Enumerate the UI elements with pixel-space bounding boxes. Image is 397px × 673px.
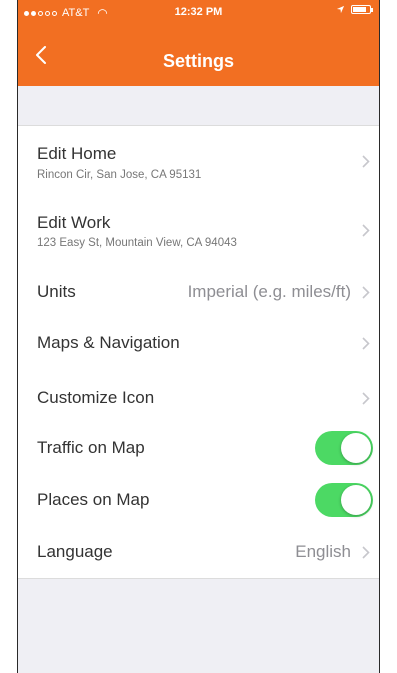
row-value: English (295, 542, 351, 561)
places-toggle[interactable] (315, 483, 373, 517)
settings-row-edit-home[interactable]: Edit Home Rincon Cir, San Jose, CA 95131 (18, 126, 379, 196)
phone-screen: AT&T ◠ 12:32 PM Settings Edit Home Rinco… (17, 0, 380, 673)
navigation-bar: Settings (18, 24, 379, 86)
battery-level (353, 7, 366, 12)
toggle-knob (341, 485, 371, 515)
settings-row-places-on-map: Places on Map (18, 474, 379, 526)
row-sublabel: 123 Easy St, Mountain View, CA 94043 (37, 237, 237, 249)
settings-row-edit-work[interactable]: Edit Work 123 Easy St, Mountain View, CA… (18, 196, 379, 266)
chevron-right-icon (362, 337, 370, 350)
toggle-knob (341, 433, 371, 463)
settings-row-traffic-on-map: Traffic on Map (18, 422, 379, 474)
row-label: Edit Work (37, 213, 111, 232)
row-label: Traffic on Map (37, 438, 145, 457)
page-title: Settings (162, 51, 234, 71)
settings-list: Edit Home Rincon Cir, San Jose, CA 95131… (18, 125, 379, 579)
traffic-toggle[interactable] (315, 431, 373, 465)
status-time: 12:32 PM (174, 6, 223, 18)
row-label: Maps & Navigation (37, 333, 180, 352)
row-label: Units (37, 282, 76, 301)
row-label: Places on Map (37, 490, 150, 509)
chevron-right-icon (362, 224, 370, 237)
row-label: Language (37, 542, 113, 561)
chevron-right-icon (362, 155, 370, 168)
chevron-right-icon (362, 546, 370, 559)
location-arrow-icon (336, 5, 345, 14)
chevron-right-icon (362, 286, 370, 299)
header-bar: AT&T ◠ 12:32 PM Settings (18, 0, 379, 86)
row-sublabel: Rincon Cir, San Jose, CA 95131 (37, 169, 202, 181)
battery-icon (351, 5, 373, 14)
settings-row-customize-icon[interactable]: Customize Icon (18, 370, 379, 422)
status-right (336, 5, 373, 14)
row-label: Customize Icon (37, 388, 155, 407)
chevron-right-icon (362, 392, 370, 405)
status-bar: AT&T ◠ 12:32 PM (18, 0, 379, 24)
settings-row-language[interactable]: Language English (18, 526, 379, 578)
row-value: Imperial (e.g. miles/ft) (187, 282, 351, 301)
row-label: Edit Home (37, 144, 117, 163)
settings-row-maps-navigation[interactable]: Maps & Navigation (18, 318, 379, 370)
settings-row-units[interactable]: Units Imperial (e.g. miles/ft) (18, 266, 379, 318)
